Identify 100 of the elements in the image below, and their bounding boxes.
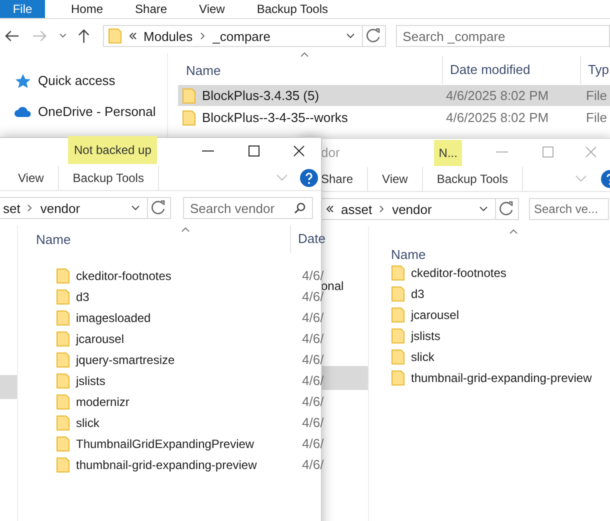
double-chevron-icon [128,32,137,40]
folder-icon [56,330,70,346]
chevron-down-icon[interactable] [59,33,67,39]
column-header[interactable]: Date modified [442,56,580,84]
folder-icon [56,436,70,452]
back-arrow-icon[interactable] [4,29,20,43]
ribbon-tab[interactable]: File [0,0,45,18]
folder-icon [56,394,70,410]
date-cell: 4/6/ [302,310,324,325]
ribbon-tab[interactable]: View [382,167,423,191]
folder-name[interactable]: jslists [76,374,106,388]
folder-icon [56,288,70,304]
ribbon-tab[interactable]: View [185,0,239,18]
folder-icon [56,310,70,326]
folder-icon [108,28,122,44]
search-field[interactable]: Search vendor [183,197,313,219]
folder-icon [182,88,196,104]
search-field[interactable]: Search ve... [529,198,609,220]
file-name: BlockPlus-3.4.35 (5) [202,88,320,103]
folder-name[interactable]: thumbnail-grid-expanding-preview [411,370,592,384]
date-cell: 4/6/ [302,331,324,346]
search-icon[interactable] [294,202,306,214]
folder-icon [56,268,70,284]
folder-icon [391,264,405,280]
folder-name[interactable]: jquery-smartresize [76,352,175,366]
file-name: BlockPlus--3-4-35--works [202,110,348,125]
folder-name[interactable]: ckeditor-footnotes [411,266,506,280]
folder-name[interactable]: ThumbnailGridExpandingPreview [76,436,254,450]
breadcrumb[interactable]: set [3,200,20,216]
double-chevron-icon [326,205,334,213]
search-field[interactable]: Search _compare [396,25,610,47]
folder-name[interactable]: d3 [76,290,90,304]
date-cell: 4/6/ [302,268,324,283]
sort-caret-icon [300,52,309,57]
date-cell: 4/6/ [302,457,324,472]
folder-icon [182,110,196,126]
address-bar[interactable]: asset vendor [321,198,519,220]
file-row[interactable]: BlockPlus-3.4.35 (5) 4/6/2025 8:02 PM File [178,85,610,106]
help-icon[interactable] [300,169,318,187]
address-bar[interactable]: Modules _compare [102,25,386,47]
folder-name[interactable]: modernizr [76,394,130,408]
folder-icon [391,370,405,386]
folder-icon [391,328,405,344]
chevron-down-icon[interactable] [346,33,355,39]
ribbon-tab[interactable]: Home [57,0,118,18]
folder-icon [56,352,70,368]
ribbon-tab[interactable]: Backup Tools [242,0,342,18]
chevron-down-icon[interactable] [479,206,488,212]
breadcrumb[interactable]: asset [341,202,372,216]
chevron-right-icon [27,204,34,212]
folder-name[interactable]: jcarousel [411,308,460,322]
column-header[interactable]: Name [391,247,426,262]
date-cell: 4/6/ [302,352,324,367]
up-arrow-icon[interactable] [76,28,91,44]
sidebar-item[interactable]: Quick access [0,65,167,96]
type-cell: File [586,88,607,103]
cloud-icon [14,106,32,118]
ribbon-tab[interactable]: Backup Tools [436,167,523,191]
column-header[interactable]: Typ [580,56,609,84]
breadcrumb[interactable]: vendor [392,202,432,216]
date-cell: 4/6/ [302,373,324,388]
type-cell: File [586,110,607,125]
breadcrumb[interactable]: Modules [144,28,193,44]
folder-icon [391,306,405,322]
folder-icon [391,348,405,364]
chevron-down-icon[interactable] [131,205,140,211]
chevron-right-icon [200,32,206,40]
folder-name[interactable]: slick [76,416,100,430]
sort-caret-icon [509,229,518,234]
window-title: dor [321,144,340,160]
folder-name[interactable]: slick [411,350,434,364]
folder-icon [56,414,70,430]
status-tag: Not backed up [68,136,158,164]
folder-name[interactable]: imagesloaded [76,310,151,324]
address-bar[interactable]: set vendor [0,197,171,219]
date-cell: 4/6/ [302,394,324,409]
folder-name[interactable]: ckeditor-footnotes [76,268,172,282]
folder-name[interactable]: thumbnail-grid-expanding-preview [76,458,257,472]
column-header[interactable]: Name [182,62,442,78]
date-cell: 4/6/ [302,415,324,430]
date-cell-text: 4/6/2025 8:02 PM [446,110,550,125]
sort-caret-icon [181,227,190,232]
folder-name[interactable]: d3 [411,286,424,300]
file-row[interactable]: BlockPlus--3-4-35--works 4/6/2025 8:02 PM File [178,107,610,128]
breadcrumb[interactable]: vendor [40,200,80,216]
column-header[interactable]: Date [290,225,326,253]
sidebar-item[interactable]: OneDrive - Personal [0,96,167,127]
ribbon-tab[interactable]: Share [121,0,182,18]
folder-name[interactable]: jcarousel [76,332,124,346]
breadcrumb[interactable]: _compare [212,28,270,44]
folder-icon [391,286,405,302]
status-tag: N... [434,140,462,166]
ribbon-tab[interactable]: View [18,166,59,190]
folder-icon [56,372,70,388]
folder-name[interactable]: jslists [411,328,440,342]
ribbon-tab[interactable]: Backup Tools [72,166,159,190]
date-cell: 4/6/ [302,436,324,451]
date-cell-text: 4/6/2025 8:02 PM [446,88,550,103]
folder-icon [56,456,70,472]
column-header[interactable]: Name [18,232,290,246]
